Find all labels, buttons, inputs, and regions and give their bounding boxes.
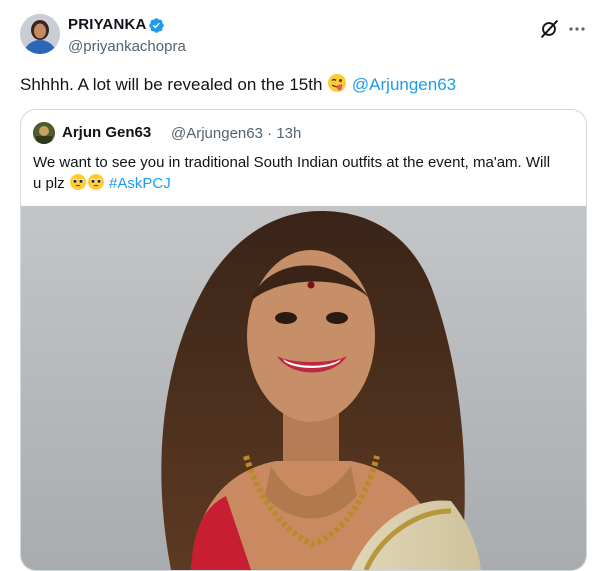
quoted-post-photo[interactable] (21, 206, 586, 570)
mention-link[interactable]: @Arjungen63 (352, 75, 456, 94)
author-handle[interactable]: @priyankachopra (68, 38, 186, 55)
winking-face-tongue-icon (327, 73, 347, 99)
post-text-body: Shhhh. A lot will be revealed on the 15t… (20, 75, 328, 94)
pleading-face-icon (87, 173, 105, 197)
post-text: Shhhh. A lot will be revealed on the 15t… (20, 73, 580, 99)
more-icon[interactable] (566, 18, 588, 40)
quoted-timestamp[interactable]: 13h (276, 125, 301, 142)
meta-separator: · (267, 125, 273, 142)
quoted-author-avatar[interactable] (33, 122, 55, 144)
quoted-meta: @Arjungen63 · 13h (171, 125, 301, 142)
quoted-display-name[interactable]: Arjun Gen63 (62, 124, 151, 141)
author-display-name[interactable]: PRIYANKA (68, 16, 147, 33)
grok-icon[interactable] (538, 18, 560, 40)
quoted-text-line1: We want to see you in traditional South … (33, 154, 551, 171)
author-avatar[interactable] (20, 14, 60, 54)
verified-badge-icon (149, 18, 164, 33)
hashtag-link[interactable]: #AskPCJ (109, 175, 171, 192)
pleading-face-icon (69, 173, 87, 197)
quoted-text-line2: u plz (33, 175, 69, 192)
quoted-handle[interactable]: @Arjungen63 (171, 125, 263, 142)
quoted-post-text: We want to see you in traditional South … (33, 152, 573, 197)
quoted-post-card[interactable]: Arjun Gen63 @Arjungen63 · 13h We want to… (20, 109, 587, 571)
